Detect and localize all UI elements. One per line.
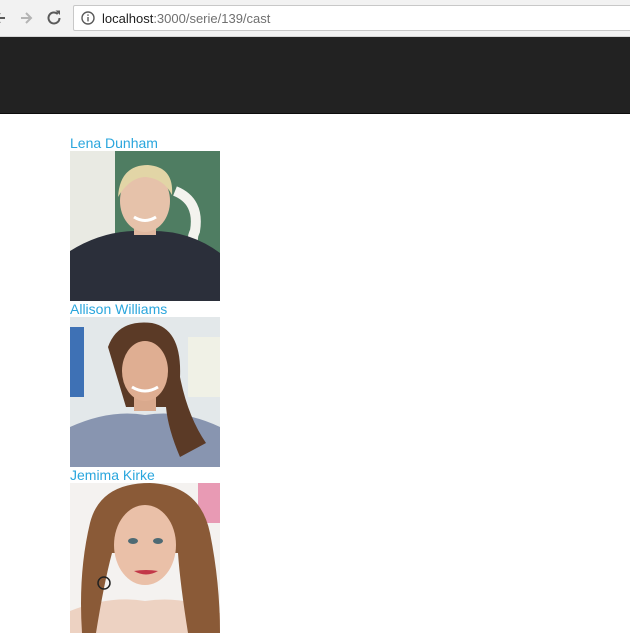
browser-toolbar: localhost:3000/serie/139/cast bbox=[0, 0, 630, 37]
back-arrow-icon bbox=[0, 13, 5, 23]
cast-member: Lena Dunham bbox=[70, 135, 270, 301]
cast-name-link[interactable]: Jemima Kirke bbox=[70, 467, 270, 483]
address-bar[interactable]: localhost:3000/serie/139/cast bbox=[73, 5, 630, 31]
url-path: :3000/serie/139/cast bbox=[153, 11, 271, 26]
cast-name-link[interactable]: Allison Williams bbox=[70, 301, 270, 317]
app-header bbox=[0, 37, 630, 114]
cast-member: Jemima Kirke bbox=[70, 467, 270, 633]
cast-list: Lena Dunham Allison Williams Jemima Kirk… bbox=[70, 135, 270, 633]
reload-button[interactable] bbox=[44, 8, 64, 28]
cast-photo[interactable] bbox=[70, 317, 220, 467]
back-button[interactable] bbox=[0, 8, 10, 28]
cast-photo[interactable] bbox=[70, 483, 220, 633]
info-icon[interactable] bbox=[81, 11, 95, 25]
forward-arrow-icon bbox=[21, 12, 33, 24]
forward-button[interactable] bbox=[16, 8, 36, 28]
cast-photo[interactable] bbox=[70, 151, 220, 301]
address-url: localhost:3000/serie/139/cast bbox=[102, 11, 270, 26]
cast-member: Allison Williams bbox=[70, 301, 270, 467]
url-host: localhost bbox=[102, 11, 154, 26]
reload-icon bbox=[47, 10, 61, 25]
cast-name-link[interactable]: Lena Dunham bbox=[70, 135, 270, 151]
